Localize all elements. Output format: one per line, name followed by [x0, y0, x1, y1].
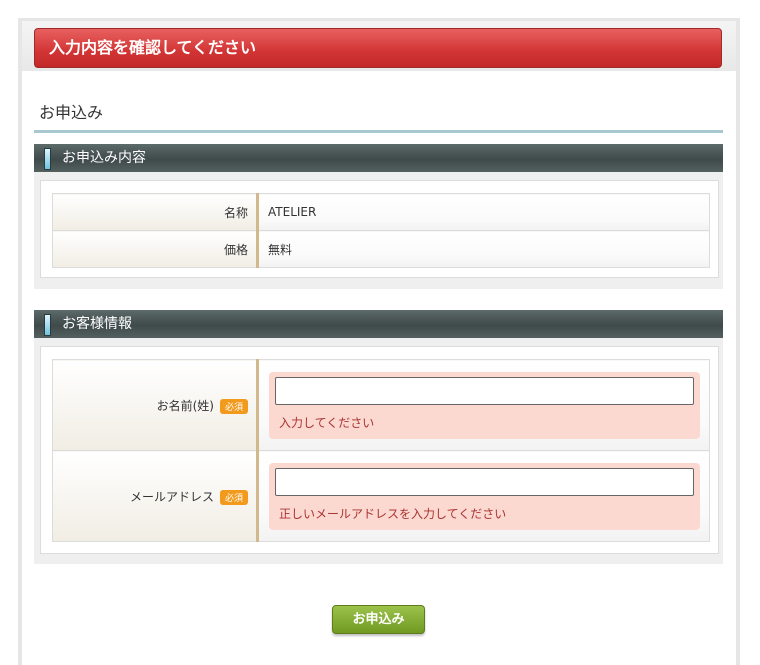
row-value: ATELIER [257, 193, 710, 231]
section-inner: お名前(姓) 必須 入力してください メールアドレス 必須 正しいメールアドレスを [40, 346, 719, 554]
row-label: 名称 [52, 193, 259, 231]
required-badge: 必須 [219, 398, 248, 414]
section-title: お客様情報 [62, 316, 132, 332]
section-marker-icon [44, 314, 51, 336]
table-row: メールアドレス 必須 正しいメールアドレスを入力してください [52, 450, 710, 542]
row-label-cell: メールアドレス 必須 [52, 450, 259, 542]
row-value-cell: 正しいメールアドレスを入力してください [257, 450, 710, 542]
lastname-input[interactable] [275, 376, 694, 405]
section-body-application: 名称 ATELIER 価格 無料 [34, 172, 723, 289]
title-divider [34, 130, 723, 133]
error-field-box: 正しいメールアドレスを入力してください [269, 462, 700, 530]
section-body-customer: お名前(姓) 必須 入力してください メールアドレス 必須 正しいメールアドレスを [34, 338, 723, 564]
field-label-lastname: お名前(姓) [156, 398, 214, 413]
row-value-cell: 入力してください [257, 359, 710, 451]
submit-button[interactable]: お申込み [332, 605, 425, 634]
customer-table: お名前(姓) 必須 入力してください メールアドレス 必須 正しいメールアドレスを [52, 359, 710, 542]
application-table: 名称 ATELIER 価格 無料 [52, 193, 710, 268]
table-row: 価格 無料 [52, 230, 710, 268]
row-value: 無料 [257, 230, 710, 268]
row-label-cell: お名前(姓) 必須 [52, 359, 259, 451]
error-message: 正しいメールアドレスを入力してください [279, 506, 507, 521]
table-row: お名前(姓) 必須 入力してください [52, 359, 710, 451]
row-label: 価格 [52, 230, 259, 268]
required-badge: 必須 [219, 489, 248, 505]
error-field-box: 入力してください [269, 371, 700, 439]
email-input[interactable] [275, 467, 694, 496]
error-banner: 入力内容を確認してください [34, 28, 722, 68]
field-label-email: メールアドレス [129, 489, 214, 504]
error-message: 入力してください [279, 415, 375, 430]
section-header-application: お申込み内容 [34, 144, 723, 172]
section-marker-icon [44, 148, 51, 170]
page-title: お申込み [39, 103, 104, 122]
table-row: 名称 ATELIER [52, 193, 710, 231]
section-header-customer: お客様情報 [34, 310, 723, 338]
section-inner: 名称 ATELIER 価格 無料 [40, 180, 719, 278]
section-title: お申込み内容 [62, 150, 146, 166]
